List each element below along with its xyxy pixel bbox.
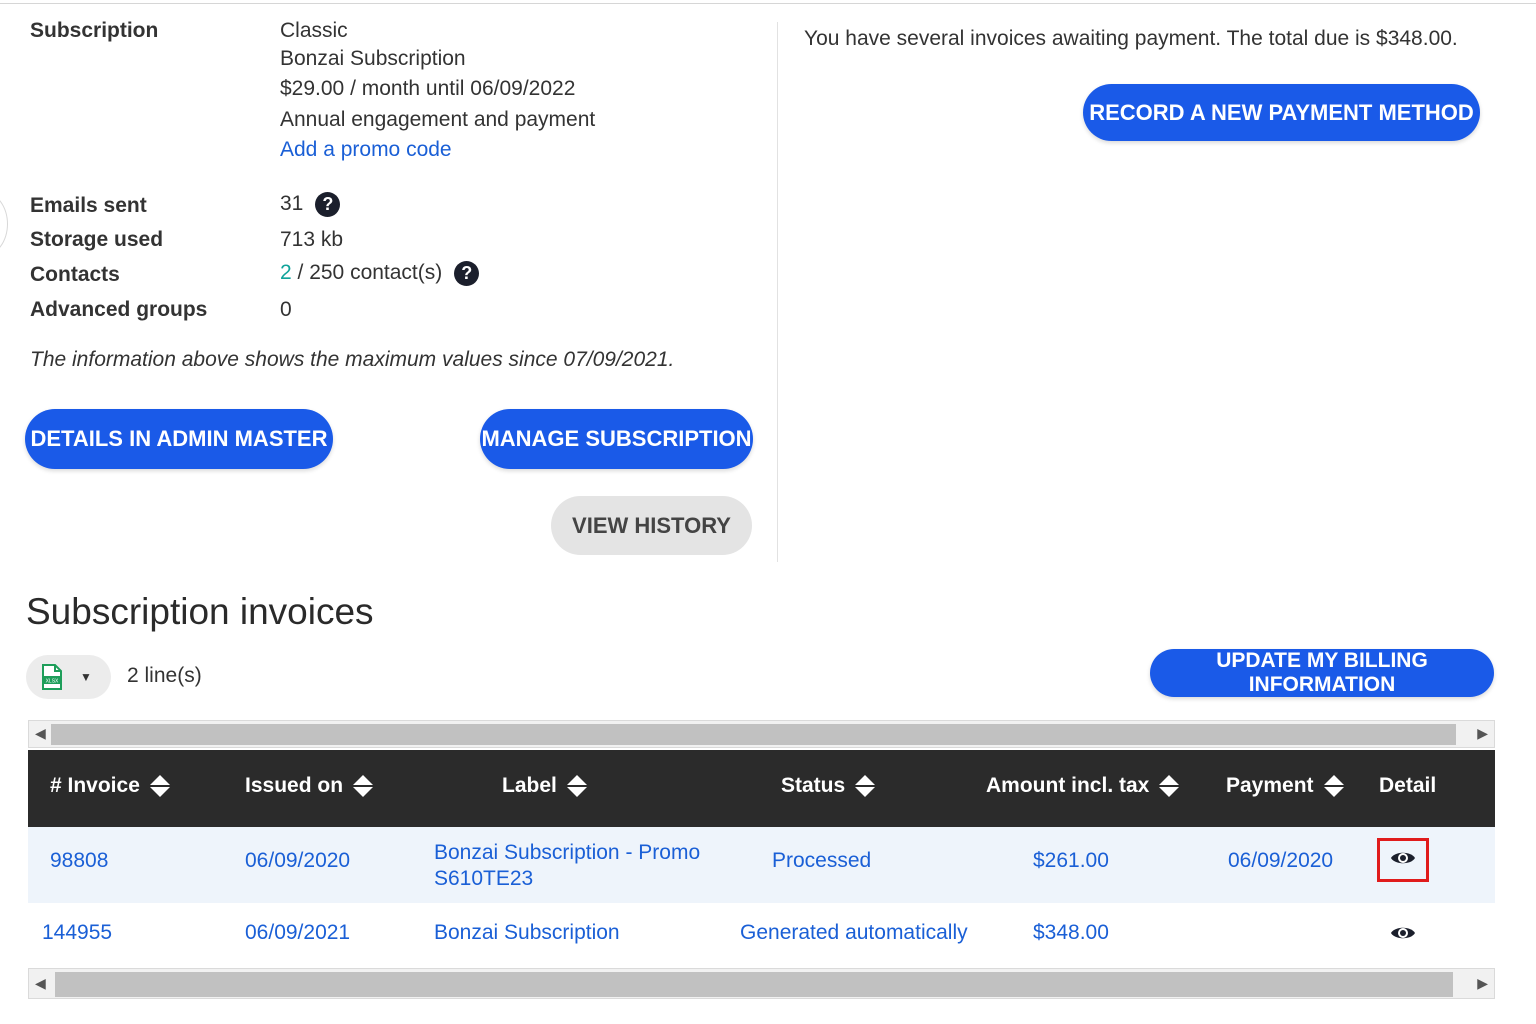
- sort-icon[interactable]: [1159, 775, 1180, 797]
- info-note: The information above shows the maximum …: [30, 348, 675, 371]
- invoice-label-link[interactable]: Bonzai Subscription - Promo S610TE23: [434, 840, 704, 892]
- scrollbar-thumb[interactable]: [55, 972, 1453, 997]
- svg-text:XLSX: XLSX: [46, 679, 59, 685]
- sort-icon[interactable]: [1323, 775, 1344, 797]
- add-promo-code-link[interactable]: Add a promo code: [280, 138, 452, 162]
- subscription-plan: Classic: [280, 19, 348, 42]
- column-header-invoice[interactable]: # Invoice: [50, 774, 170, 798]
- side-tab-edge[interactable]: [0, 192, 8, 256]
- eye-icon: [1390, 924, 1416, 947]
- column-header-label: # Invoice: [50, 774, 140, 797]
- sort-icon[interactable]: [149, 775, 170, 797]
- sort-icon[interactable]: [566, 775, 587, 797]
- help-circle-icon[interactable]: ?: [315, 192, 341, 217]
- column-header-label: Issued on: [245, 774, 344, 797]
- contacts-limit: / 250 contact(s): [291, 261, 443, 285]
- status-text: Generated automatically: [740, 921, 968, 944]
- column-header-label: Detail: [1379, 774, 1437, 797]
- emails-sent-label: Emails sent: [30, 194, 147, 217]
- subscription-label: Subscription: [30, 19, 159, 42]
- detail-button-highlighted[interactable]: [1377, 838, 1429, 882]
- storage-used-value: 713 kb: [280, 228, 344, 251]
- section-title: Subscription invoices: [26, 591, 374, 632]
- subscription-price: $29.00 / month until 06/09/2022: [280, 77, 576, 100]
- caret-down-icon: ▼: [80, 670, 92, 684]
- storage-used-label: Storage used: [30, 228, 164, 251]
- details-in-admin-master-button[interactable]: DETAILS IN ADMIN MASTER: [25, 409, 333, 469]
- issued-date[interactable]: 06/09/2020: [245, 849, 350, 873]
- table-row: 144955 06/09/2021 Bonzai Subscription Ge…: [28, 903, 1495, 967]
- subscription-name: Bonzai Subscription: [280, 47, 466, 70]
- horizontal-scrollbar-top[interactable]: ◀ ▶: [28, 720, 1495, 748]
- column-header-label-col[interactable]: Label: [502, 774, 587, 798]
- advanced-groups-value: 0: [280, 298, 292, 321]
- column-header-label: Status: [781, 774, 846, 797]
- payment-date: 06/09/2020: [1228, 849, 1334, 872]
- invoices-table: # Invoice Issued on Label Status Amount …: [28, 750, 1495, 967]
- column-header-issued-on[interactable]: Issued on: [245, 774, 374, 798]
- subscription-engagement: Annual engagement and payment: [280, 108, 596, 131]
- scrollbar-thumb[interactable]: [51, 724, 1456, 745]
- top-divider: [0, 3, 1536, 4]
- column-header-label: Label: [502, 774, 557, 797]
- eye-icon: [1390, 849, 1416, 872]
- invoice-number-link[interactable]: 144955: [42, 921, 112, 945]
- contacts-label: Contacts: [30, 263, 120, 286]
- emails-sent-value: 31: [280, 192, 304, 216]
- emails-sent-row: 31?: [280, 192, 341, 217]
- column-header-status[interactable]: Status: [781, 774, 876, 798]
- amount-value: $348.00: [1033, 921, 1109, 944]
- scroll-right-icon[interactable]: ▶: [1477, 725, 1488, 742]
- column-header-detail: Detail: [1379, 774, 1436, 798]
- column-header-amount[interactable]: Amount incl. tax: [986, 774, 1180, 798]
- manage-subscription-button[interactable]: MANAGE SUBSCRIPTION: [480, 409, 753, 469]
- amount-value: $261.00: [1033, 849, 1109, 872]
- status-text: Processed: [772, 849, 872, 872]
- scroll-left-icon[interactable]: ◀: [35, 975, 46, 992]
- column-divider: [777, 22, 778, 562]
- contacts-count-link[interactable]: 2: [280, 261, 292, 284]
- sort-icon[interactable]: [855, 775, 876, 797]
- line-count: 2 line(s): [127, 664, 202, 687]
- sort-icon[interactable]: [353, 775, 374, 797]
- export-dropdown-button[interactable]: XLSX ▼: [26, 655, 111, 699]
- payment-alert-text: You have several invoices awaiting payme…: [804, 27, 1458, 50]
- contacts-row: 2 / 250 contact(s)?: [280, 261, 480, 286]
- xlsx-file-icon: XLSX: [42, 664, 62, 690]
- horizontal-scrollbar-bottom[interactable]: ◀ ▶: [28, 968, 1495, 999]
- column-header-label: Payment: [1226, 774, 1314, 797]
- column-header-label: Amount incl. tax: [986, 774, 1150, 797]
- invoice-label-link[interactable]: Bonzai Subscription: [434, 921, 620, 945]
- advanced-groups-label: Advanced groups: [30, 298, 208, 321]
- invoice-number-link[interactable]: 98808: [50, 849, 108, 873]
- view-history-button[interactable]: VIEW HISTORY: [551, 496, 752, 555]
- scroll-right-icon[interactable]: ▶: [1477, 975, 1488, 992]
- record-payment-method-button[interactable]: RECORD A NEW PAYMENT METHOD: [1083, 84, 1480, 141]
- update-billing-information-button[interactable]: UPDATE MY BILLING INFORMATION: [1150, 649, 1494, 697]
- table-header: # Invoice Issued on Label Status Amount …: [28, 750, 1495, 827]
- column-header-payment[interactable]: Payment: [1226, 774, 1344, 798]
- table-row: 98808 06/09/2020 Bonzai Subscription - P…: [28, 827, 1495, 903]
- issued-date[interactable]: 06/09/2021: [245, 921, 350, 945]
- scroll-left-icon[interactable]: ◀: [35, 725, 46, 742]
- detail-button[interactable]: [1377, 913, 1429, 957]
- help-circle-icon[interactable]: ?: [454, 261, 480, 286]
